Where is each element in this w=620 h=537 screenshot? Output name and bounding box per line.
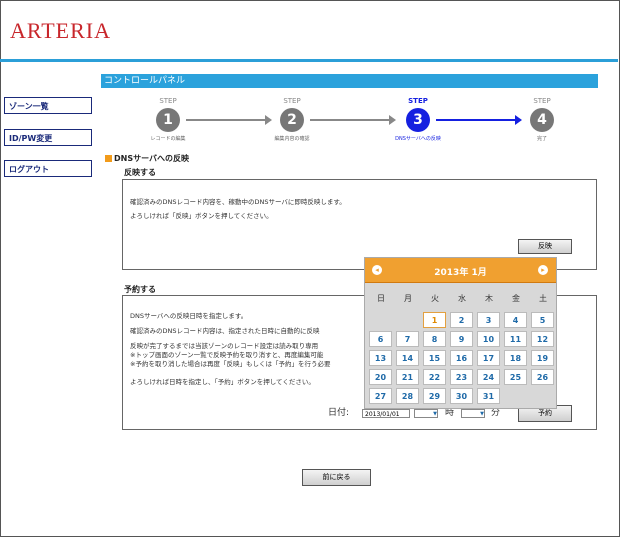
next-month-icon[interactable]: ▸ — [538, 265, 548, 275]
step3-caption: DNSサーバへの反映 — [395, 136, 441, 142]
step4-label: STEP — [533, 97, 551, 105]
calendar-popup: ◂ 2013年 1月 ▸ 日月火水木金土 1 2 3 4 5 6 7 8 9 10 11 12 13 14… — [364, 257, 557, 409]
step4-caption: 完了 — [536, 136, 547, 142]
calendar-day[interactable]: 24 — [477, 369, 500, 385]
weekday-4: 木 — [485, 294, 493, 303]
calendar-day[interactable]: 7 — [396, 331, 419, 347]
step1-circle: 1 — [156, 108, 180, 132]
date-input[interactable]: 2013/01/01 — [362, 409, 410, 418]
calendar-day[interactable]: 15 — [423, 350, 446, 366]
calendar-day[interactable]: 26 — [531, 369, 554, 385]
chevron-down-icon: ▼ — [433, 411, 437, 417]
calendar-day[interactable]: 20 — [369, 369, 392, 385]
step3-arrow — [436, 115, 522, 125]
reserve-line2: 確認済みのDNSレコード内容は、指定された日時に自動的に反映 — [130, 327, 320, 335]
sidebar-item-logout[interactable]: ログアウト — [4, 160, 92, 177]
weekday-0: 日 — [377, 294, 385, 303]
calendar-header: ◂ 2013年 1月 ▸ — [365, 258, 556, 283]
calendar-day[interactable]: 25 — [504, 369, 527, 385]
calendar-day[interactable]: 22 — [423, 369, 446, 385]
chevron-down-icon: ▼ — [480, 411, 484, 417]
reflect-line2: よろしければ「反映」ボタンを押してください。 — [130, 212, 273, 220]
calendar-day[interactable]: 17 — [477, 350, 500, 366]
calendar-day[interactable]: 16 — [450, 350, 473, 366]
calendar-day[interactable]: 14 — [396, 350, 419, 366]
calendar-day[interactable]: 2 — [450, 312, 473, 328]
section-title: DNSサーバへの反映 — [105, 153, 189, 164]
reserve-line1: DNSサーバへの反映日時を指定します。 — [130, 312, 248, 320]
back-button[interactable]: 前に戻る — [302, 469, 371, 486]
calendar-day[interactable]: 19 — [531, 350, 554, 366]
sidebar-item-zone-list[interactable]: ゾーン一覧 — [4, 97, 92, 114]
weekday-3: 水 — [458, 294, 466, 303]
calendar-day[interactable]: 4 — [504, 312, 527, 328]
step1-label: STEP — [159, 97, 177, 105]
step3-label: STEP — [408, 97, 428, 105]
calendar-day[interactable]: 11 — [504, 331, 527, 347]
calendar-day[interactable]: 1 — [423, 312, 446, 328]
calendar-day[interactable]: 30 — [450, 388, 473, 404]
calendar-day[interactable]: 29 — [423, 388, 446, 404]
calendar-day[interactable]: 10 — [477, 331, 500, 347]
reflect-line1: 確認済みのDNSレコード内容を、稼動中のDNSサーバに即時反映します。 — [130, 198, 346, 206]
hour-select[interactable]: ▼ — [414, 409, 438, 418]
calendar-day[interactable]: 27 — [369, 388, 392, 404]
date-label: 日付: — [328, 408, 350, 418]
calendar-day[interactable]: 18 — [504, 350, 527, 366]
section-title-text: DNSサーバへの反映 — [114, 154, 190, 163]
calendar-day[interactable]: 6 — [369, 331, 392, 347]
calendar-day[interactable]: 28 — [396, 388, 419, 404]
calendar-day[interactable]: 21 — [396, 369, 419, 385]
orange-square-icon — [105, 155, 112, 162]
arteria-logo: ARTERIA — [10, 18, 112, 43]
calendar-day[interactable]: 31 — [477, 388, 500, 404]
step3-circle: 3 — [406, 108, 430, 132]
reflect-title: 反映する — [124, 168, 156, 177]
step2-label: STEP — [283, 97, 301, 105]
calendar-day[interactable]: 13 — [369, 350, 392, 366]
header-divider — [0, 59, 618, 62]
calendar-day[interactable]: 9 — [450, 331, 473, 347]
step1-arrow — [186, 115, 272, 125]
weekday-1: 月 — [404, 294, 412, 303]
minute-select[interactable]: ▼ — [461, 409, 485, 418]
step2-arrow — [310, 115, 396, 125]
calendar-day[interactable]: 5 — [531, 312, 554, 328]
step4-circle: 4 — [530, 108, 554, 132]
step1-caption: レコードの編集 — [150, 136, 186, 142]
step2-caption: 編集内容の確認 — [274, 136, 310, 142]
step2-circle: 2 — [280, 108, 304, 132]
sidebar-item-id-pw-change[interactable]: ID/PW変更 — [4, 129, 92, 146]
reserve-line5: ※予約を取り消した場合は再度「反映」もしくは「予約」を行う必要 — [130, 360, 331, 368]
reserve-line6: よろしければ日時を指定し、「予約」ボタンを押してください。 — [130, 378, 315, 386]
calendar-day[interactable]: 12 — [531, 331, 554, 347]
calendar-day[interactable]: 23 — [450, 369, 473, 385]
panel-title: コントロールパネル — [101, 74, 598, 88]
weekday-6: 土 — [539, 294, 547, 303]
calendar-title: 2013年 1月 — [434, 268, 487, 278]
reserve-title: 予約する — [124, 285, 156, 294]
weekday-2: 火 — [431, 294, 439, 303]
reflect-button[interactable]: 反映 — [518, 239, 572, 254]
calendar-day[interactable]: 8 — [423, 331, 446, 347]
calendar-day[interactable]: 3 — [477, 312, 500, 328]
weekday-5: 金 — [512, 294, 520, 303]
